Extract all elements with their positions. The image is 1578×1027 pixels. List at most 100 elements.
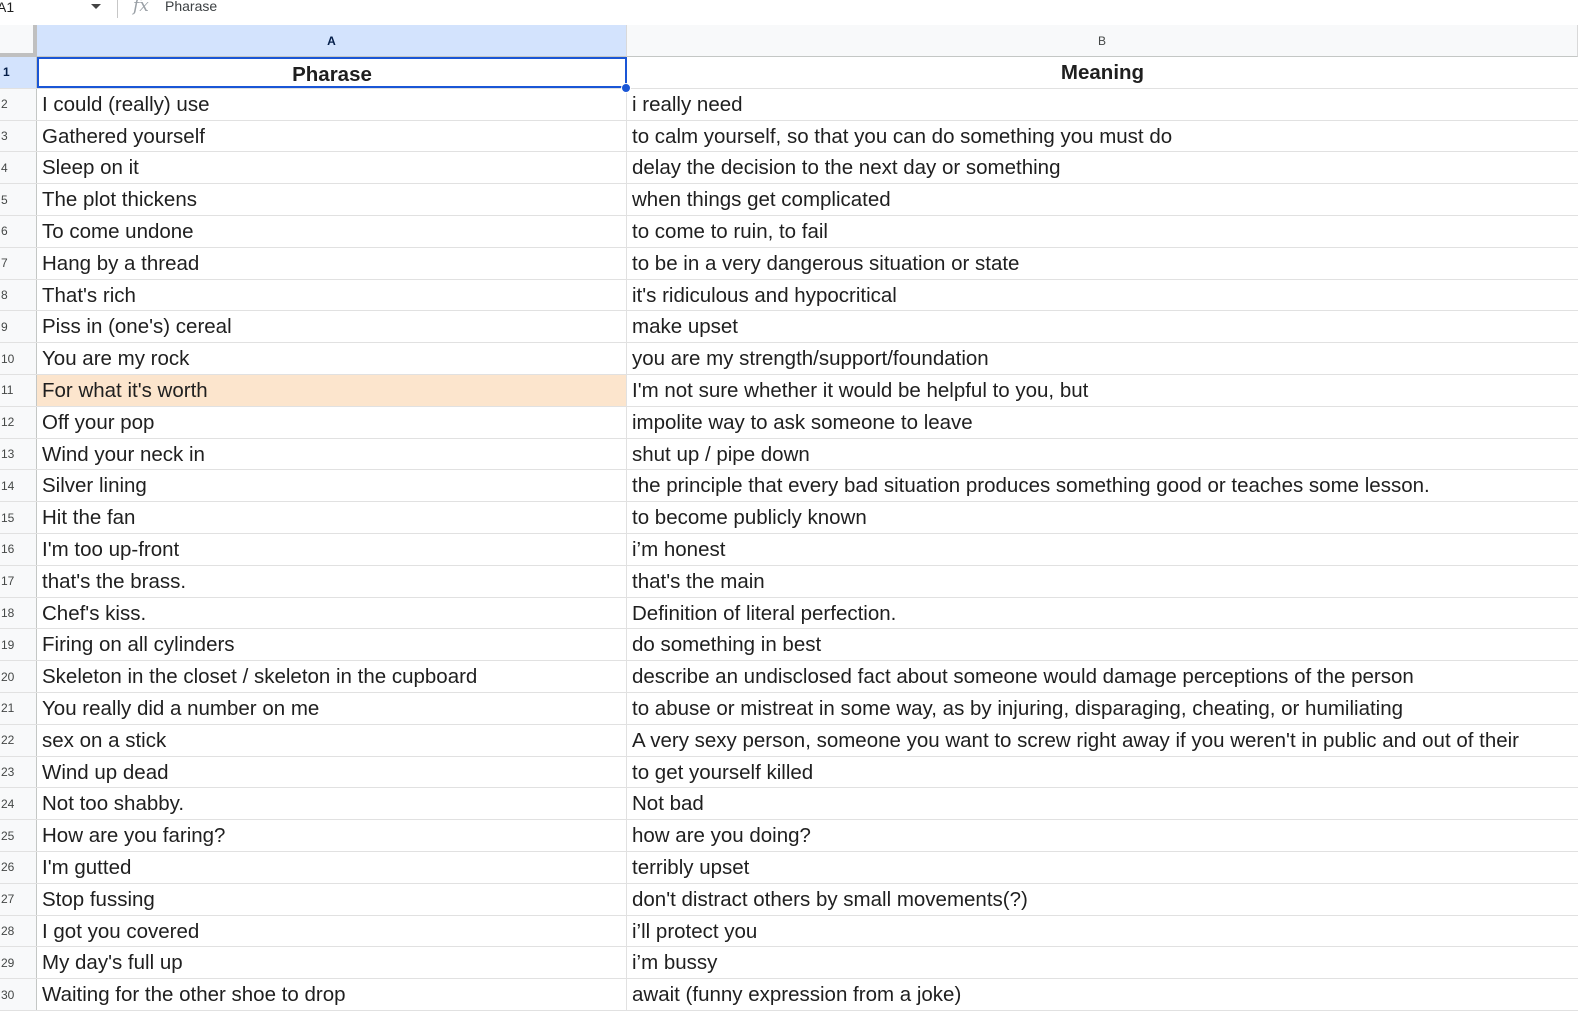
formula-input[interactable]: Pharase [165, 0, 217, 17]
cell-meaning[interactable]: don't distract others by small movements… [627, 884, 1578, 915]
column-header-a[interactable]: A [37, 25, 627, 57]
row-header[interactable]: 2 [0, 88, 37, 120]
cell-phrase[interactable]: Skeleton in the closet / skeleton in the… [37, 661, 627, 692]
row-header[interactable]: 4 [0, 152, 37, 184]
row-header[interactable]: 30 [0, 979, 37, 1010]
cell-meaning[interactable]: describe an undisclosed fact about someo… [627, 661, 1578, 692]
row-header[interactable]: 21 [0, 692, 37, 724]
cell-meaning[interactable]: it's ridiculous and hypocritical [627, 280, 1578, 311]
row-header[interactable]: 9 [0, 311, 37, 343]
row-header[interactable]: 16 [0, 533, 37, 565]
row-header[interactable]: 27 [0, 883, 37, 915]
row-header[interactable]: 3 [0, 120, 37, 152]
cell-meaning[interactable]: to be in a very dangerous situation or s… [627, 248, 1578, 279]
cell-phrase[interactable]: That's rich [37, 279, 627, 311]
cell-phrase[interactable]: The plot thickens [37, 184, 627, 215]
cell-phrase[interactable]: sex on a stick [37, 724, 627, 756]
cell-meaning[interactable]: make upset [627, 311, 1578, 342]
cell-meaning[interactable]: shut up / pipe down [627, 439, 1578, 470]
grid-rows: 1 Pharase Meaning 2 I could (really) use i re… [0, 57, 1578, 1011]
cell-meaning[interactable]: you are my strength/support/foundation [627, 343, 1578, 374]
cell-meaning[interactable]: Definition of literal perfection. [627, 598, 1578, 629]
row-header[interactable]: 10 [0, 343, 37, 374]
cell-meaning[interactable]: how are you doing? [627, 820, 1578, 851]
cell-phrase[interactable]: that's the brass. [37, 565, 627, 597]
cell-meaning[interactable]: i’m bussy [627, 947, 1578, 978]
fill-handle[interactable] [621, 83, 631, 93]
cell-phrase[interactable]: For what it's worth [37, 374, 627, 406]
cell-meaning[interactable]: when things get complicated [627, 184, 1578, 215]
cell-phrase[interactable]: Firing on all cylinders [37, 629, 627, 661]
cell-phrase[interactable]: Sleep on it [37, 152, 627, 184]
cell-meaning[interactable]: Not bad [627, 788, 1578, 819]
cell-phrase[interactable]: Not too shabby. [37, 788, 627, 820]
cell-phrase[interactable]: My day's full up [37, 947, 627, 979]
row-header[interactable]: 25 [0, 820, 37, 851]
cell-meaning[interactable]: terribly upset [627, 852, 1578, 883]
row-header[interactable]: 22 [0, 724, 37, 756]
cell-meaning[interactable]: Meaning [627, 57, 1578, 88]
row-header[interactable]: 5 [0, 184, 37, 215]
row-header[interactable]: 24 [0, 788, 37, 820]
cell-phrase[interactable]: Gathered yourself [37, 120, 627, 152]
cell-meaning[interactable]: I'm not sure whether it would be helpful… [627, 375, 1578, 406]
fx-icon: fx [133, 0, 149, 16]
cell-phrase[interactable]: Stop fussing [37, 883, 627, 915]
cell-meaning[interactable]: that's the main [627, 566, 1578, 597]
row-header[interactable]: 29 [0, 947, 37, 979]
cell-meaning[interactable]: to come to ruin, to fail [627, 216, 1578, 247]
row-header[interactable]: 28 [0, 915, 37, 947]
cell-phrase[interactable]: Wind your neck in [37, 438, 627, 470]
name-box[interactable]: A1 [0, 0, 104, 19]
cell-phrase[interactable]: Wind up dead [37, 756, 627, 788]
cell-meaning[interactable]: i’ll protect you [627, 916, 1578, 947]
cell-phrase[interactable]: Off your pop [37, 406, 627, 438]
row-header[interactable]: 26 [0, 851, 37, 883]
cell-phrase[interactable]: Chef's kiss. [37, 597, 627, 629]
column-header-b[interactable]: B [627, 25, 1578, 57]
cell-phrase[interactable]: I got you covered [37, 915, 627, 947]
cell-meaning[interactable]: to abuse or mistreat in some way, as by … [627, 693, 1578, 724]
cell-meaning[interactable]: do something in best [627, 629, 1578, 660]
cell-phrase[interactable]: I'm too up-front [37, 533, 627, 565]
cell-meaning[interactable]: impolite way to ask someone to leave [627, 407, 1578, 438]
row-header[interactable]: 1 [0, 57, 37, 88]
cell-phrase[interactable]: Hit the fan [37, 502, 627, 533]
cell-phrase[interactable]: Hang by a thread [37, 247, 627, 279]
cell-phrase[interactable]: To come undone [37, 215, 627, 247]
cell-meaning[interactable]: delay the decision to the next day or so… [627, 152, 1578, 183]
cell-phrase[interactable]: I'm gutted [37, 851, 627, 883]
row-header[interactable]: 7 [0, 247, 37, 279]
row-header[interactable]: 13 [0, 438, 37, 470]
cell-meaning[interactable]: i really need [627, 89, 1578, 120]
select-all-corner[interactable] [0, 25, 37, 57]
row-header[interactable]: 20 [0, 661, 37, 692]
formula-bar-divider [117, 0, 118, 18]
row-header[interactable]: 19 [0, 629, 37, 661]
cell-meaning[interactable]: to become publicly known [627, 502, 1578, 533]
row-header[interactable]: 8 [0, 279, 37, 311]
cell-meaning[interactable]: to calm yourself, so that you can do som… [627, 121, 1578, 152]
cell-phrase[interactable]: How are you faring? [37, 820, 627, 851]
cell-meaning[interactable]: to get yourself killed [627, 757, 1578, 788]
cell-phrase[interactable]: Silver lining [37, 470, 627, 502]
row-header[interactable]: 11 [0, 374, 37, 406]
row-header[interactable]: 12 [0, 406, 37, 438]
cell-meaning[interactable]: A very sexy person, someone you want to … [627, 725, 1578, 756]
row-header[interactable]: 15 [0, 502, 37, 533]
cell-phrase[interactable]: You are my rock [37, 343, 627, 374]
row-header[interactable]: 18 [0, 597, 37, 629]
chevron-down-icon[interactable] [91, 4, 101, 9]
cell-phrase[interactable]: I could (really) use [37, 88, 627, 120]
cell-phrase[interactable]: Waiting for the other shoe to drop [37, 979, 627, 1010]
row-header[interactable]: 17 [0, 565, 37, 597]
cell-meaning[interactable]: i’m honest [627, 534, 1578, 565]
cell-meaning[interactable]: await (funny expression from a joke) [627, 979, 1578, 1010]
cell-phrase[interactable]: Piss in (one's) cereal [37, 311, 627, 343]
cell-a1-selected[interactable]: Pharase [37, 57, 627, 88]
row-header[interactable]: 23 [0, 756, 37, 788]
row-header[interactable]: 6 [0, 215, 37, 247]
row-header[interactable]: 14 [0, 470, 37, 502]
cell-meaning[interactable]: the principle that every bad situation p… [627, 470, 1578, 501]
cell-phrase[interactable]: You really did a number on me [37, 692, 627, 724]
